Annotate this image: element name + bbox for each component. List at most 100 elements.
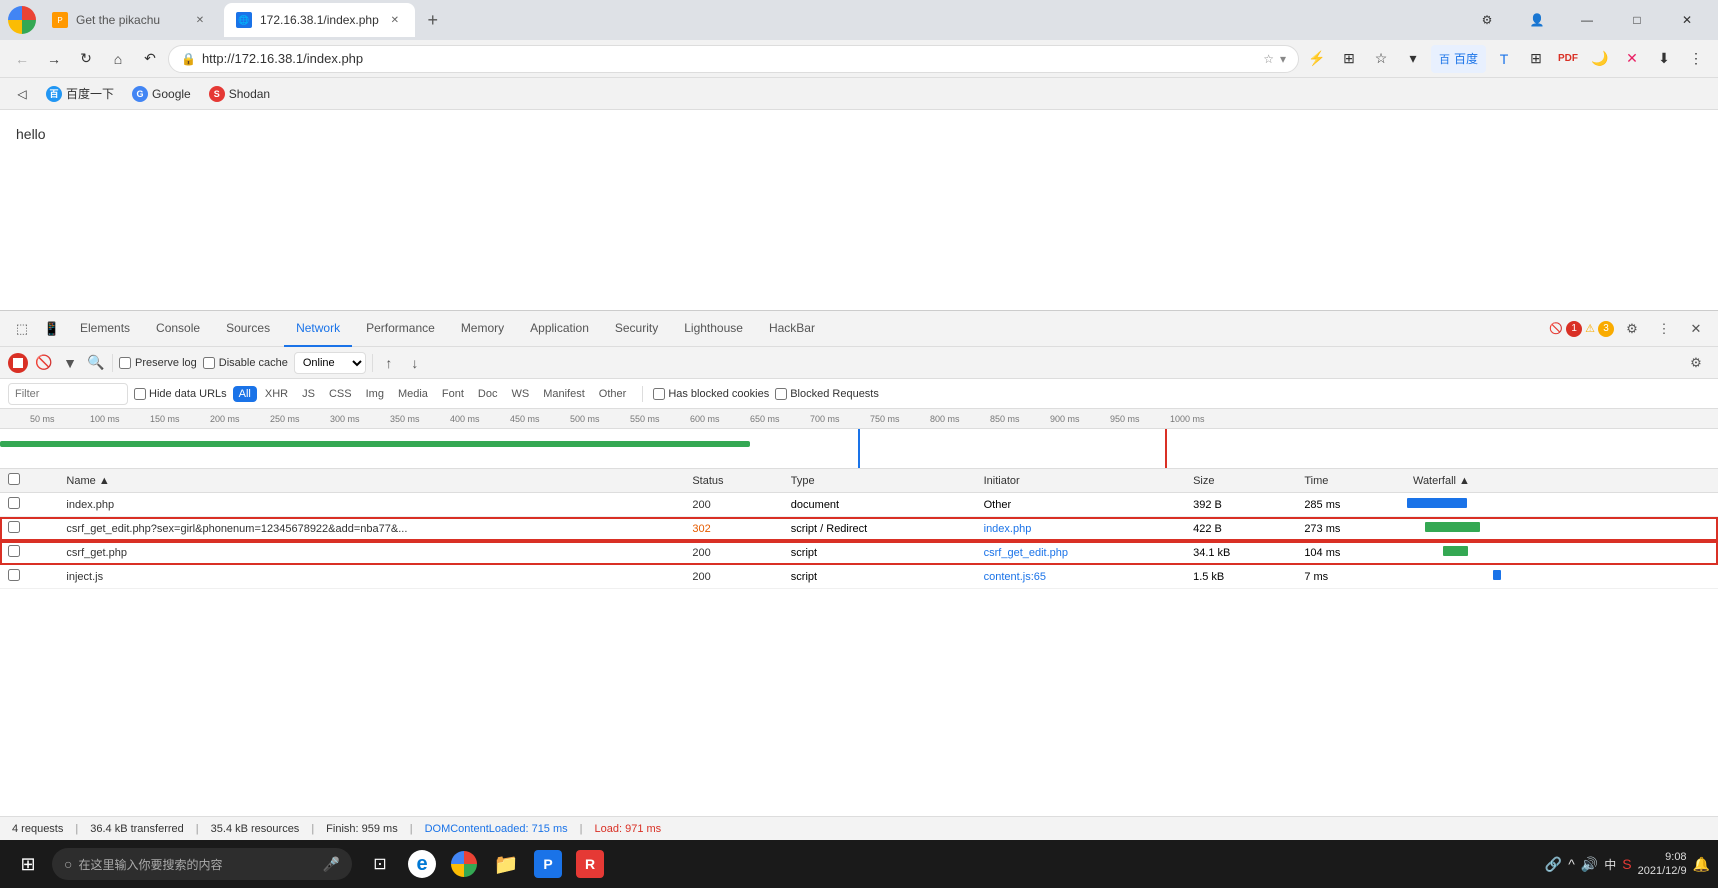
devtools-device-icon[interactable]: 📱 <box>38 315 66 343</box>
tab-1-close[interactable]: ✕ <box>192 12 208 28</box>
clear-button[interactable]: 🚫 <box>34 353 54 373</box>
pdf-icon[interactable]: PDF <box>1554 45 1582 73</box>
table-row[interactable]: inject.js 200 script content.js:65 1.5 k… <box>0 565 1718 589</box>
new-tab-button[interactable]: + <box>419 6 447 34</box>
taskbar-app-chrome[interactable] <box>444 844 484 884</box>
row-4-initiator-link[interactable]: content.js:65 <box>984 571 1046 583</box>
blocked-requests-input[interactable] <box>775 388 787 400</box>
filter-icon[interactable]: ▼ <box>60 353 80 373</box>
address-bar[interactable]: 🔒 http://172.16.38.1/index.php ☆ ▾ <box>168 45 1299 73</box>
devtools-close-icon[interactable]: ✕ <box>1682 315 1710 343</box>
taskbar-app-edge[interactable]: e <box>402 844 442 884</box>
more-icon[interactable]: ⋮ <box>1682 45 1710 73</box>
tab-elements[interactable]: Elements <box>68 311 142 347</box>
row-2-checkbox[interactable] <box>8 521 20 533</box>
filter-type-manifest[interactable]: Manifest <box>537 386 591 402</box>
moon-icon[interactable]: 🌙 <box>1586 45 1614 73</box>
bookmark-google[interactable]: G Google <box>124 82 199 106</box>
disable-cache-checkbox[interactable]: Disable cache <box>203 357 288 369</box>
forward-button[interactable]: → <box>40 45 68 73</box>
network-table-container[interactable]: Name ▲ Status Type Initiator Size Time W… <box>0 469 1718 816</box>
start-button[interactable]: ⊞ <box>8 844 48 884</box>
devtools-more-icon[interactable]: ⋮ <box>1650 315 1678 343</box>
filter-type-other[interactable]: Other <box>593 386 633 402</box>
table-row[interactable]: csrf_get.php 200 script csrf_get_edit.ph… <box>0 541 1718 565</box>
table-row[interactable]: index.php 200 document Other 392 B 285 m… <box>0 493 1718 517</box>
taskbar-app-red[interactable]: R <box>570 844 610 884</box>
filter-type-doc[interactable]: Doc <box>472 386 504 402</box>
row-3-name[interactable]: csrf_get.php <box>58 541 684 565</box>
hide-data-urls-checkbox[interactable]: Hide data URLs <box>134 388 227 400</box>
filter-input[interactable] <box>8 383 128 405</box>
tab-security[interactable]: Security <box>603 311 670 347</box>
row-3-checkbox[interactable] <box>8 545 20 557</box>
row-1-checkbox[interactable] <box>8 497 20 509</box>
col-waterfall[interactable]: Waterfall ▲ <box>1405 469 1718 493</box>
filter-type-js[interactable]: JS <box>296 386 321 402</box>
baidu-search-btn[interactable]: 百 百度 <box>1431 45 1486 73</box>
filter-type-font[interactable]: Font <box>436 386 470 402</box>
col-status[interactable]: Status <box>684 469 782 493</box>
settings-icon[interactable]: ⚙ <box>1682 349 1710 377</box>
col-time[interactable]: Time <box>1296 469 1405 493</box>
maximize-button[interactable]: □ <box>1614 4 1660 36</box>
col-initiator[interactable]: Initiator <box>976 469 1185 493</box>
tab-hackbar[interactable]: HackBar <box>757 311 827 347</box>
apps-grid-icon[interactable]: ⊞ <box>1522 45 1550 73</box>
tab-2[interactable]: 🌐 172.16.38.1/index.php ✕ <box>224 3 415 37</box>
export-icon[interactable]: ↓ <box>405 353 425 373</box>
bookmark-baidu[interactable]: 百 百度一下 <box>38 81 122 106</box>
row-2-name[interactable]: csrf_get_edit.php?sex=girl&phonenum=1234… <box>58 517 684 541</box>
home-button[interactable]: ⌂ <box>104 45 132 73</box>
row-2-initiator-link[interactable]: index.php <box>984 523 1032 535</box>
settings-icon[interactable]: ⚙ <box>1464 4 1510 36</box>
row-checkbox-cell[interactable] <box>0 565 58 589</box>
row-checkbox-cell[interactable] <box>0 517 58 541</box>
filter-type-img[interactable]: Img <box>360 386 390 402</box>
taskbar-app-view[interactable]: ⊡ <box>360 844 400 884</box>
select-all-checkbox[interactable] <box>8 473 20 485</box>
taskbar-app-files[interactable]: 📁 <box>486 844 526 884</box>
row-4-checkbox[interactable] <box>8 569 20 581</box>
row-4-name[interactable]: inject.js <box>58 565 684 589</box>
blocked-requests-checkbox[interactable]: Blocked Requests <box>775 388 879 400</box>
chevron-down-icon[interactable]: ▾ <box>1280 52 1286 66</box>
filter-type-xhr[interactable]: XHR <box>259 386 294 402</box>
refresh-button[interactable]: ↻ <box>72 45 100 73</box>
tab-1[interactable]: P Get the pikachu ✕ <box>40 3 220 37</box>
mic-icon[interactable]: 🎤 <box>323 856 340 873</box>
network-icon[interactable]: 🔗 <box>1545 856 1562 873</box>
tab-performance[interactable]: Performance <box>354 311 447 347</box>
filter-type-ws[interactable]: WS <box>505 386 535 402</box>
row-checkbox-cell[interactable] <box>0 541 58 565</box>
profile-icon[interactable]: 👤 <box>1514 4 1560 36</box>
col-name[interactable]: Name ▲ <box>58 469 684 493</box>
col-size[interactable]: Size <box>1185 469 1296 493</box>
tab-application[interactable]: Application <box>518 311 601 347</box>
minimize-button[interactable]: — <box>1564 4 1610 36</box>
devtools-inspect-icon[interactable]: ⬚ <box>8 315 36 343</box>
download-icon[interactable]: ⬇ <box>1650 45 1678 73</box>
tab-2-close[interactable]: ✕ <box>387 12 403 28</box>
disable-cache-input[interactable] <box>203 357 215 369</box>
devtools-settings-icon[interactable]: ⚙ <box>1618 315 1646 343</box>
bookmarks-sidebar-toggle[interactable]: ◁ <box>8 80 36 108</box>
notification-icon[interactable]: 🔔 <box>1693 856 1710 873</box>
tab-console[interactable]: Console <box>144 311 212 347</box>
search-bar[interactable]: ○ 在这里输入你要搜索的内容 🎤 <box>52 848 352 880</box>
taskbar-app-p[interactable]: P <box>528 844 568 884</box>
col-checkbox[interactable] <box>0 469 58 493</box>
back-button[interactable]: ← <box>8 45 36 73</box>
speaker-icon[interactable]: 🔊 <box>1581 856 1598 873</box>
tab-network[interactable]: Network <box>284 311 352 347</box>
extension-icon[interactable]: ✕ <box>1618 45 1646 73</box>
close-button[interactable]: ✕ <box>1664 4 1710 36</box>
filter-type-all[interactable]: All <box>233 386 257 402</box>
has-blocked-cookies-input[interactable] <box>653 388 665 400</box>
filter-type-css[interactable]: CSS <box>323 386 358 402</box>
record-button[interactable] <box>8 353 28 373</box>
bookmark-shodan[interactable]: S Shodan <box>201 82 278 106</box>
lightning-icon[interactable]: ⚡ <box>1303 45 1331 73</box>
table-row[interactable]: csrf_get_edit.php?sex=girl&phonenum=1234… <box>0 517 1718 541</box>
hide-data-urls-input[interactable] <box>134 388 146 400</box>
